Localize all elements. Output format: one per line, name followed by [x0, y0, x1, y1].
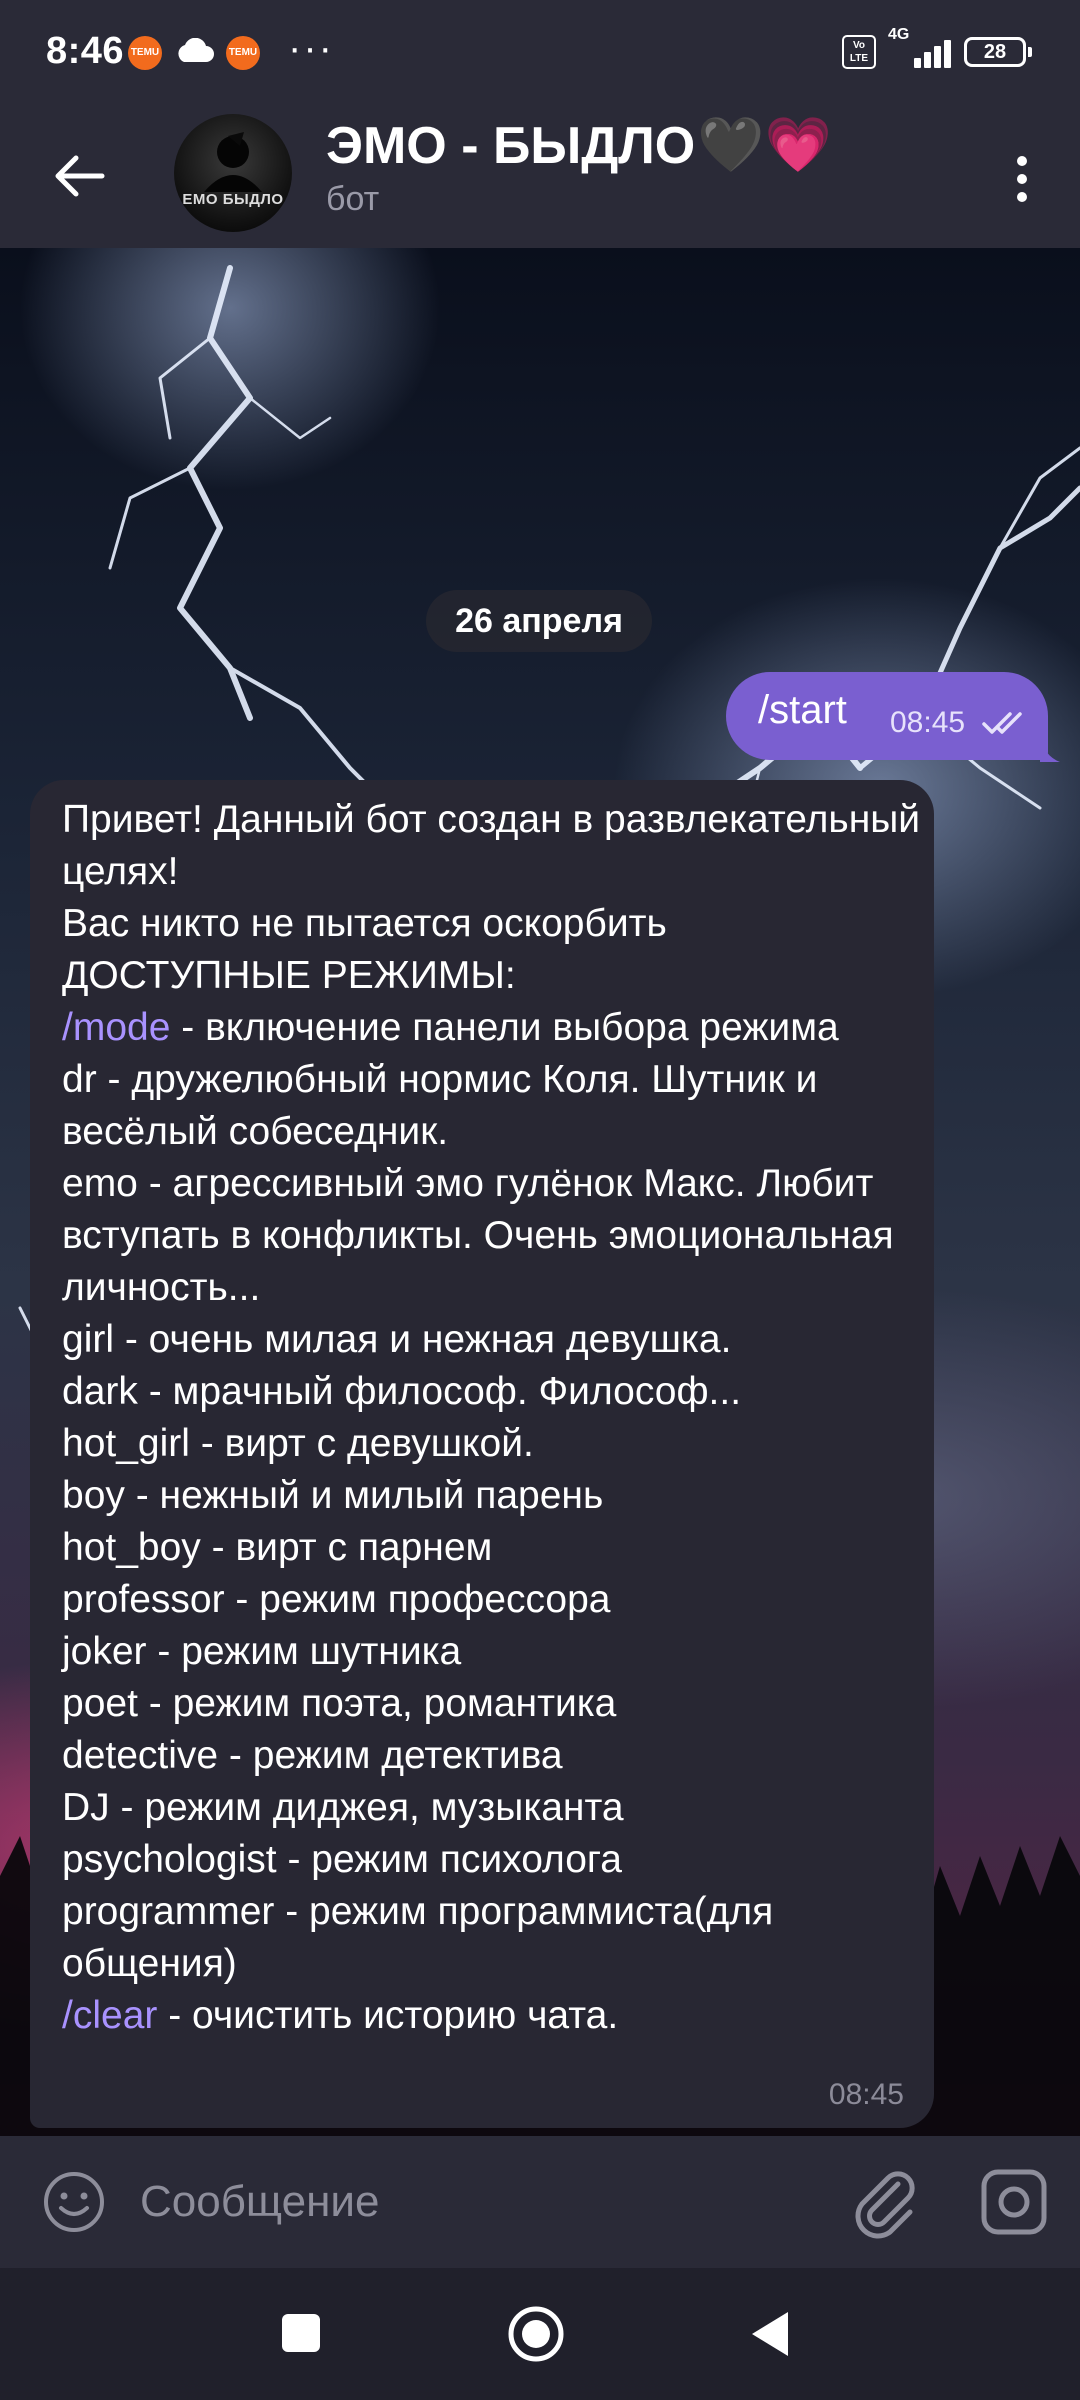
avatar[interactable]: EMO БЫДЛО — [174, 114, 292, 232]
more-options-button[interactable] — [982, 134, 1062, 224]
mode-item: professor - режим профессора — [62, 1578, 611, 1621]
nav-back-button[interactable] — [748, 2310, 792, 2358]
signal-bar — [914, 58, 921, 68]
mode-item: dr - дружелюбный нормис Коля. Шутник и в… — [62, 1058, 818, 1153]
back-button[interactable] — [40, 136, 120, 216]
outgoing-bubble-tail — [1040, 736, 1060, 762]
pink-heart-icon: 💗 — [764, 115, 832, 175]
chat-area[interactable]: 26 апреля /start 08:45 Привет! Данный бо… — [0, 248, 1080, 2136]
mode-item: programmer - режим программиста(для обще… — [62, 1890, 774, 1985]
incoming-message[interactable]: Привет! Данный бот создан в развлекатель… — [30, 780, 934, 2128]
signal-icon: 4G — [888, 26, 952, 72]
camera-icon[interactable] — [978, 2166, 1050, 2238]
message-line: Привет! Данный бот создан в развлекатель… — [62, 798, 921, 893]
black-heart-icon: 🖤 — [697, 115, 765, 175]
message-line: ДОСТУПНЫЕ РЕЖИМЫ: — [62, 954, 516, 997]
status-bar: 8:46 TEMU TEMU ··· Vo LTE 4G 28 — [0, 0, 1080, 108]
mode-item: poet - режим поэта, романтика — [62, 1682, 617, 1725]
overflow-dots-icon: ··· — [288, 26, 334, 70]
status-time: 8:46 — [46, 30, 125, 72]
message-line: Вас никто не пытается оскорбить — [62, 902, 667, 945]
mode-item: girl - очень милая и нежная девушка. — [62, 1318, 732, 1361]
cloud-icon — [178, 38, 214, 62]
clear-command-description: - очистить историю чата. — [157, 1994, 619, 2037]
back-arrow-icon — [55, 155, 105, 197]
mode-item: hot_boy - вирт с парнем — [62, 1526, 493, 1569]
chat-subtitle: бот — [326, 180, 380, 218]
more-vertical-icon — [1017, 156, 1027, 166]
chat-header: EMO БЫДЛО ЭМО - БЫДЛО 🖤 💗 бот — [0, 108, 1080, 248]
mode-item: joker - режим шутника — [62, 1630, 462, 1673]
message-input[interactable] — [138, 2164, 782, 2240]
message-composer — [0, 2136, 1080, 2268]
double-check-icon — [982, 712, 1022, 734]
temu-notification-icon-2: TEMU — [226, 36, 260, 70]
mode-item: hot_girl - вирт с девушкой. — [62, 1422, 534, 1465]
volte-icon: Vo LTE — [842, 35, 876, 69]
clear-command-link[interactable]: /clear — [62, 1994, 157, 2037]
battery-icon: 28 — [964, 37, 1032, 67]
battery-level: 28 — [983, 41, 1007, 63]
more-vertical-icon — [1017, 174, 1027, 184]
chat-title-text: ЭМО - БЫДЛО — [326, 116, 696, 175]
mode-item: emo - агрессивный эмо гулёнок Макс. Люби… — [62, 1162, 894, 1309]
mode-item: boy - нежный и милый парень — [62, 1474, 604, 1517]
outgoing-message-time: 08:45 — [890, 706, 966, 739]
recent-apps-button[interactable] — [282, 2314, 320, 2352]
network-type: 4G — [888, 26, 910, 43]
incoming-message-time: 08:45 — [828, 2078, 904, 2111]
date-separator: 26 апреля — [426, 590, 652, 652]
outgoing-message[interactable]: /start 08:45 — [726, 672, 1048, 760]
signal-bar — [924, 52, 931, 68]
mode-item: detective - режим детектива — [62, 1734, 563, 1777]
more-vertical-icon — [1017, 192, 1027, 202]
avatar-text: EMO БЫДЛО — [182, 191, 284, 208]
status-right: Vo LTE 4G 28 — [842, 26, 1032, 72]
mode-command-description: - включение панели выбора режима — [170, 1006, 839, 1049]
chat-title[interactable]: ЭМО - БЫДЛО 🖤 💗 — [326, 114, 832, 177]
temu-notification-icon: TEMU — [128, 36, 162, 70]
system-navigation-bar — [0, 2268, 1080, 2400]
paperclip-icon[interactable] — [846, 2164, 922, 2240]
incoming-message-text: Привет! Данный бот создан в развлекатель… — [62, 794, 932, 2042]
home-button[interactable] — [506, 2304, 566, 2364]
signal-bar — [934, 46, 941, 68]
avatar-figure-icon — [204, 132, 262, 192]
outgoing-message-text: /start — [758, 688, 847, 732]
mode-item: dark - мрачный философ. Философ... — [62, 1370, 742, 1413]
mode-item: DJ - режим диджея, музыканта — [62, 1786, 624, 1829]
emoji-icon[interactable] — [40, 2168, 108, 2236]
mode-item: psychologist - режим психолога — [62, 1838, 622, 1881]
signal-bar — [944, 40, 951, 68]
mode-command-link[interactable]: /mode — [62, 1006, 170, 1049]
